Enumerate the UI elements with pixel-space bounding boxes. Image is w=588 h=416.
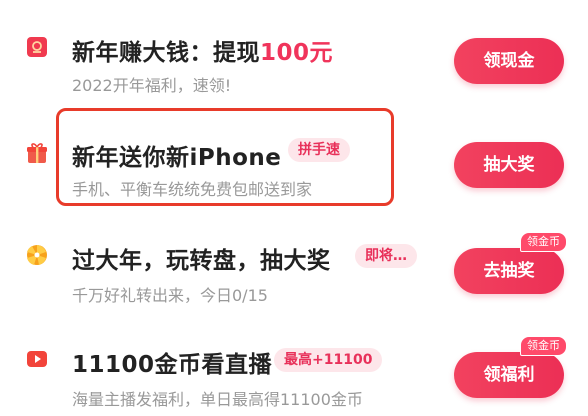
coin-badge: 领金币 xyxy=(520,336,567,356)
wheel-icon xyxy=(27,245,47,265)
coin-badge: 领金币 xyxy=(520,232,567,252)
lottery-button[interactable]: 抽大奖 xyxy=(454,142,564,188)
task-title: 过大年，玩转盘，抽大奖 xyxy=(72,248,331,274)
task-tag: 即将… xyxy=(355,244,417,268)
task-tag: 最高+11100 xyxy=(274,348,383,372)
video-play-icon xyxy=(27,351,47,367)
amount-highlight: 100元 xyxy=(260,40,334,66)
claim-bonus-button[interactable]: 领福利 xyxy=(454,352,564,398)
task-subtitle: 海量主播发福利，单日最高得11100金币 xyxy=(72,390,363,409)
go-lottery-button[interactable]: 去抽奖 xyxy=(454,248,564,294)
task-row-wheel: 过大年，玩转盘，抽大奖 即将… 千万好礼转出来，今日0/15 去抽奖 领金币 xyxy=(0,208,588,312)
task-title: 新年赚大钱：提现100元 xyxy=(72,40,334,66)
task-subtitle: 2022开年福利，速领! xyxy=(72,76,232,95)
gift-icon xyxy=(27,143,47,163)
red-envelope-icon xyxy=(27,37,47,57)
claim-cash-button[interactable]: 领现金 xyxy=(454,38,564,84)
task-title: 11100金币看直播 xyxy=(72,352,273,378)
highlight-annotation-box xyxy=(56,108,394,206)
task-subtitle: 千万好礼转出来，今日0/15 xyxy=(72,286,268,305)
task-row-live: 11100金币看直播 最高+11100 海量主播发福利，单日最高得11100金币… xyxy=(0,312,588,416)
task-row-withdraw: 新年赚大钱：提现100元 2022开年福利，速领! 领现金 xyxy=(0,0,588,104)
